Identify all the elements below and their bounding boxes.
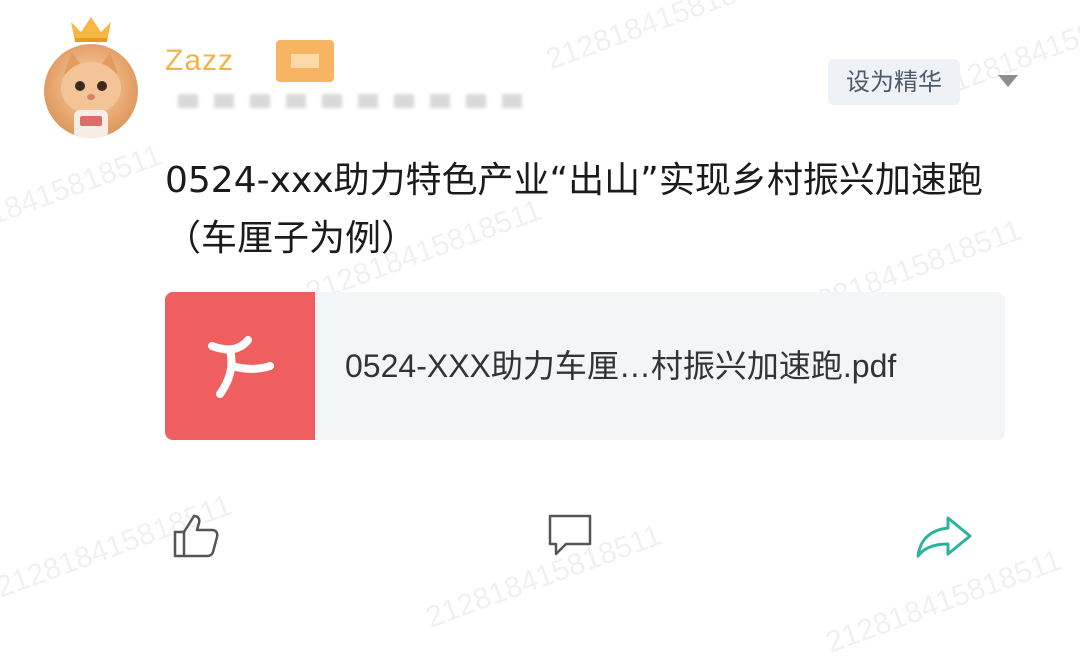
share-icon — [916, 516, 972, 558]
post-meta-blurred — [178, 94, 522, 108]
author-name[interactable]: Zazz — [165, 44, 234, 78]
post-title: 0524-xxx助力特色产业“出山”实现乡村振兴加速跑（车厘子为例） — [165, 160, 983, 259]
like-button[interactable] — [172, 512, 220, 564]
cat-avatar-image — [61, 52, 121, 138]
pdf-icon — [165, 292, 315, 440]
set-featured-button[interactable]: 设为精华 — [828, 59, 960, 105]
thumbs-up-icon — [173, 514, 219, 558]
watermark-text: 212818415818511 — [421, 518, 667, 635]
attachment-card[interactable]: 0524-XXX助力车厘…村振兴加速跑.pdf — [165, 292, 1005, 440]
comment-icon — [548, 514, 592, 556]
author-avatar[interactable] — [44, 14, 140, 138]
avatar — [44, 44, 138, 138]
comment-button[interactable] — [546, 512, 594, 562]
watermark-text: 212818415818511 — [0, 138, 167, 255]
attachment-file-name: 0524-XXX助力车厘…村振兴加速跑.pdf — [345, 348, 897, 384]
watermark-text: 212818415818511 — [541, 0, 787, 77]
crown-icon — [71, 17, 111, 42]
level-badge — [276, 40, 334, 82]
chevron-down-icon[interactable] — [997, 74, 1019, 88]
share-button[interactable] — [916, 516, 972, 562]
